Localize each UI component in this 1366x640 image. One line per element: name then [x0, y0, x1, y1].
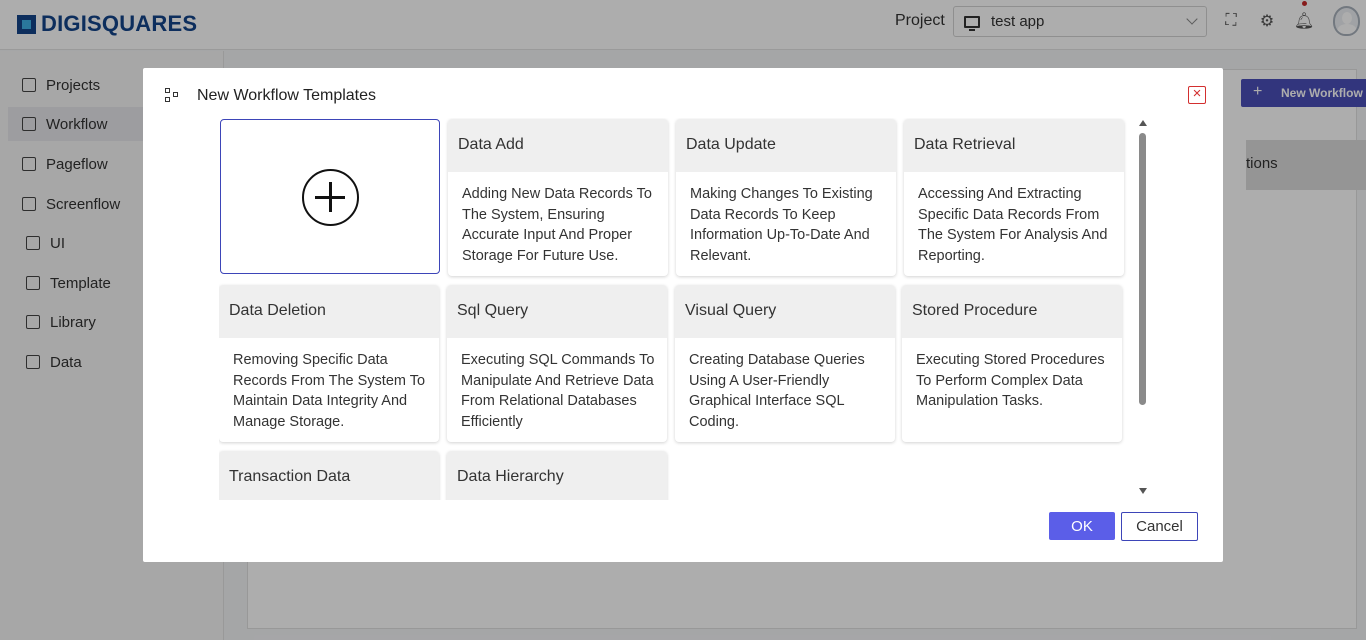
template-card-transaction-data[interactable]: Transaction Data [219, 451, 439, 500]
template-title: Data Retrieval [904, 119, 1124, 172]
template-title: Data Hierarchy [447, 451, 667, 500]
scroll-up-arrow-icon[interactable] [1139, 120, 1147, 126]
scroll-down-arrow-icon[interactable] [1139, 488, 1147, 494]
template-description: Making Changes To Existing Data Records … [690, 186, 873, 264]
template-description: Removing Specific Data Records From The … [233, 352, 426, 430]
modal-header: New Workflow Templates [165, 87, 376, 105]
template-title: Sql Query [447, 285, 667, 338]
template-card-stored-procedure[interactable]: Stored Procedure Executing Stored Proced… [902, 285, 1122, 442]
template-card-data-retrieval[interactable]: Data Retrieval Accessing And Extracting … [904, 119, 1124, 276]
ok-button[interactable]: OK [1049, 512, 1115, 540]
plus-circle-icon [302, 169, 359, 226]
template-title: Visual Query [675, 285, 895, 338]
template-title: Data Update [676, 119, 896, 172]
create-blank-template-card[interactable] [220, 119, 440, 274]
template-card-data-hierarchy[interactable]: Data Hierarchy [447, 451, 667, 500]
workflow-icon [165, 88, 181, 104]
template-title: Data Deletion [219, 285, 439, 338]
template-description: Adding New Data Records To The System, E… [462, 186, 652, 264]
scroll-thumb[interactable] [1139, 133, 1146, 405]
template-card-data-deletion[interactable]: Data Deletion Removing Specific Data Rec… [219, 285, 439, 442]
close-icon[interactable]: × [1188, 86, 1206, 104]
template-card-data-update[interactable]: Data Update Making Changes To Existing D… [676, 119, 896, 276]
template-description: Creating Database Queries Using A User-F… [689, 352, 865, 430]
template-description: Executing Stored Procedures To Perform C… [916, 352, 1105, 409]
template-description: Executing SQL Commands To Manipulate And… [461, 352, 655, 430]
template-card-data-add[interactable]: Data Add Adding New Data Records To The … [448, 119, 668, 276]
template-grid: Data Add Adding New Data Records To The … [219, 118, 1149, 500]
modal-title: New Workflow Templates [197, 87, 377, 104]
template-title: Stored Procedure [902, 285, 1122, 338]
new-workflow-templates-dialog: New Workflow Templates × Data Add Adding… [143, 68, 1223, 562]
cancel-button[interactable]: Cancel [1121, 512, 1198, 541]
template-scrollbar[interactable] [1137, 120, 1149, 496]
template-title: Data Add [448, 119, 668, 172]
template-card-visual-query[interactable]: Visual Query Creating Database Queries U… [675, 285, 895, 442]
template-description: Accessing And Extracting Specific Data R… [918, 186, 1108, 264]
template-title: Transaction Data [219, 451, 439, 500]
template-card-sql-query[interactable]: Sql Query Executing SQL Commands To Mani… [447, 285, 667, 442]
